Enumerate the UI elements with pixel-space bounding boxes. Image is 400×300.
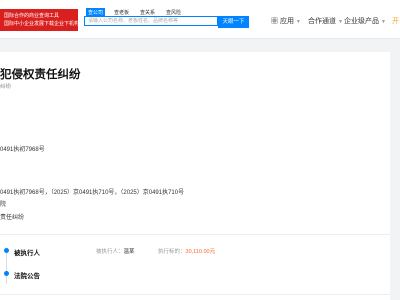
nav-products[interactable]: 企业级产品 ▼ xyxy=(344,16,386,26)
executee-name-field: 被执行人：温某 xyxy=(96,247,135,255)
nav-coop[interactable]: 合作通道 ▼ xyxy=(308,16,343,26)
chevron-down-icon: ▼ xyxy=(337,19,343,25)
nav-products-label: 企业级产品 xyxy=(344,18,379,25)
timeline-item-court-notice[interactable]: 法院公告 xyxy=(14,270,40,280)
top-header: 国际合作的商业查询工具 国际中小企业发展下载企业下机构 查公司 查老板 查关系 查风险… xyxy=(0,0,400,39)
apps-grid-icon: ▦ xyxy=(271,18,278,25)
executee-name-label: 被执行人： xyxy=(96,249,124,255)
execution-amount-field: 执行标的：30,110.00元 xyxy=(158,247,215,255)
case-cause: 责任纠纷 xyxy=(0,215,25,221)
nav-apps-label: 应用 xyxy=(279,18,294,25)
search-button[interactable]: 天眼一下 xyxy=(218,16,249,28)
timeline-dot xyxy=(4,271,9,276)
nav-open-label: 开 xyxy=(392,18,399,25)
execution-amount-label: 执行标的： xyxy=(158,249,186,255)
nav-apps[interactable]: ▦ 应用 ▼ xyxy=(271,16,301,26)
executee-name[interactable]: 温某 xyxy=(124,249,135,255)
case-type-tag: 纠纷 xyxy=(0,84,12,90)
case-number: 0491执初7968号 xyxy=(0,147,45,153)
logo-line-1: 国际合作的商业查询工具 xyxy=(4,13,60,19)
case-detail-panel: 犯侵权责任纠纷 纠纷 0491执初7968号 0491执初7968号，（2025… xyxy=(0,52,390,300)
court-name: 院 xyxy=(0,202,7,208)
chevron-down-icon: ▼ xyxy=(380,19,386,25)
timeline-item-executee[interactable]: 被执行人 xyxy=(14,247,40,257)
section-divider xyxy=(0,234,390,235)
search-input[interactable]: 请输入公司名称、老板姓名、品牌名称等 xyxy=(84,16,218,26)
execution-amount: 30,110.00元 xyxy=(185,249,216,255)
timeline-line xyxy=(6,252,7,284)
timeline-dot xyxy=(4,248,9,253)
nav-coop-label: 合作通道 xyxy=(308,18,336,25)
chevron-down-icon: ▼ xyxy=(295,19,301,25)
brand-logo[interactable]: 国际合作的商业查询工具 国际中小企业发展下载企业下机构 xyxy=(0,9,78,31)
nav-open[interactable]: 开 xyxy=(392,16,399,26)
logo-line-2: 国际中小企业发展下载企业下机构 xyxy=(4,21,78,27)
related-case-numbers: 0491执初7968号，（2025）京0491执710号，（2025）京0491… xyxy=(0,190,185,196)
page-title: 犯侵权责任纠纷 xyxy=(0,69,81,81)
section-divider xyxy=(0,294,390,295)
